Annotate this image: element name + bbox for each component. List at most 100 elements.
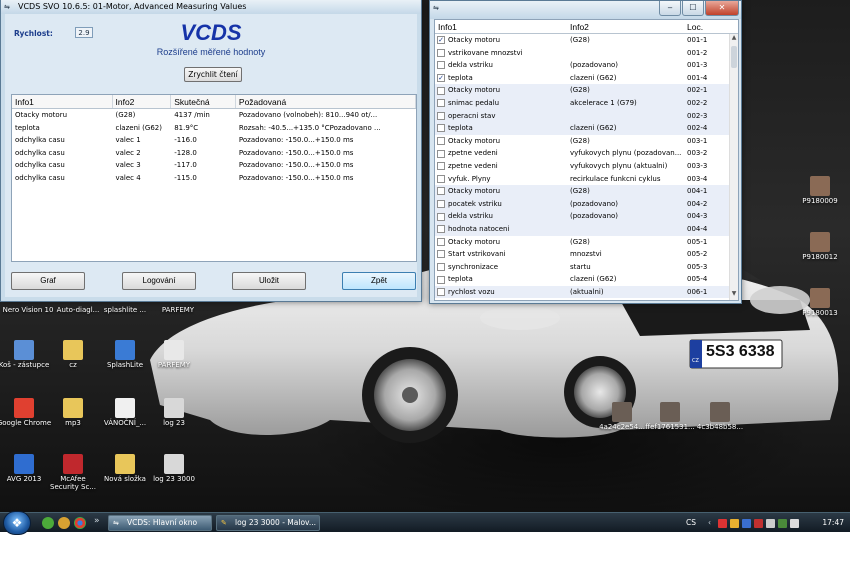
task-paint[interactable]: ✎ log 23 3000 - Malov... (216, 515, 320, 531)
value-checkbox[interactable] (437, 86, 445, 95)
desktop-shortcut[interactable]: SplashLite (97, 340, 153, 369)
column-header-info1[interactable]: Info1 (435, 20, 567, 33)
scrollbar-thumb[interactable] (731, 46, 737, 68)
desktop-shortcut[interactable]: Nová složka (97, 454, 153, 483)
value-checkbox[interactable] (437, 237, 445, 246)
quicklaunch-icon[interactable] (58, 517, 70, 529)
back-button[interactable]: Zpět (342, 272, 416, 290)
tray-expand-icon[interactable]: ‹ (708, 513, 711, 533)
language-indicator[interactable]: CS (686, 513, 696, 533)
value-checkbox[interactable]: ✓ (437, 74, 445, 83)
list-titlebar[interactable]: ⇋ ‒ ☐ ✕ (430, 1, 741, 19)
list-item[interactable]: synchronizace startu 005-3 (435, 261, 738, 274)
value-selection-window[interactable]: ⇋ ‒ ☐ ✕ Info1 Info2 Loc. ✓ Otacky motoru(… (429, 0, 742, 304)
list-item[interactable]: zpetne vedeni vyfukovych plynu (pozadovan… (435, 147, 738, 160)
close-button[interactable]: ✕ (705, 1, 739, 16)
minimize-button[interactable]: ‒ (659, 1, 681, 16)
list-item[interactable]: Start vstrikovani mnozstvi 005-2 (435, 248, 738, 261)
tray-app-icon[interactable] (730, 519, 739, 528)
desktop-shortcut[interactable]: McAfee Security Sc... (45, 454, 101, 491)
desktop-shortcut-label[interactable]: splashlite ... (97, 306, 153, 314)
value-checkbox[interactable] (437, 187, 445, 196)
value-checkbox[interactable] (437, 262, 445, 271)
desktop-shortcut[interactable]: 4c3b48b58... (692, 402, 748, 431)
desktop-shortcut[interactable]: P9180013 (792, 288, 848, 317)
desktop-shortcut[interactable]: P9180012 (792, 232, 848, 261)
quicklaunch-icon[interactable] (42, 517, 54, 529)
list-item[interactable]: pocatek vstriku (pozadovano) 004-2 (435, 197, 738, 211)
start-button[interactable]: ❖ (3, 511, 31, 535)
column-header-info2[interactable]: Info2 (567, 20, 684, 33)
value-checkbox[interactable] (437, 250, 445, 259)
value-checkbox[interactable] (437, 162, 445, 171)
value-checkbox[interactable] (437, 61, 445, 70)
tray-app-icon[interactable] (754, 519, 763, 528)
column-header-info1[interactable]: Info1 (12, 95, 113, 108)
value-checkbox[interactable] (437, 212, 445, 221)
list-item[interactable]: ✓ teplota clazeni (G62) 001-4 (435, 72, 738, 85)
logging-button[interactable]: Logování (122, 272, 196, 290)
desktop-shortcut[interactable]: PARFEMY (146, 340, 202, 369)
table-row[interactable]: teplota clazeni (G62) 81.9°C Rozsah: -40.5.… (12, 122, 416, 135)
battery-icon[interactable] (778, 519, 787, 528)
tray-app-icon[interactable] (742, 519, 751, 528)
desktop-shortcut[interactable]: mp3 (45, 398, 101, 427)
list-item[interactable]: dekla vstriku (pozadovano) 001-3 (435, 59, 738, 72)
vcds-main-window[interactable]: ⇋ VCDS SVO 10.6.5: 01-Motor, Advanced Me… (0, 0, 422, 302)
chrome-taskbar-icon[interactable] (74, 517, 86, 529)
desktop-shortcut[interactable]: ffef1761531... (642, 402, 698, 431)
desktop-shortcut[interactable]: cz (45, 340, 101, 369)
value-checkbox[interactable] (437, 48, 445, 57)
desktop-shortcut-label[interactable]: PARFEMY (150, 306, 206, 314)
value-checkbox[interactable] (437, 99, 445, 108)
table-row[interactable]: odchylka casu valec 4 -115.0 Pozadovano: -1… (12, 172, 416, 185)
table-row[interactable]: Otacky motoru (G28) 4137 /min Pozadovano (v… (12, 109, 416, 122)
chevron-icon[interactable]: » (94, 516, 100, 526)
value-checkbox[interactable] (437, 174, 445, 183)
desktop-shortcut[interactable]: P9180009 (792, 176, 848, 205)
value-checkbox[interactable] (437, 137, 445, 146)
speed-up-reading-button[interactable]: Zrychlit čtení (184, 67, 242, 82)
list-item[interactable]: teplota clazeni (G62) 005-4 (435, 273, 738, 286)
table-row[interactable]: odchylka casu valec 1 -116.0 Pozadovano: -1… (12, 134, 416, 147)
clock[interactable]: 17:47 (822, 513, 844, 533)
list-item[interactable]: snimac pedalu akcelerace 1 (G79) 002-2 (435, 96, 738, 110)
column-header-loc[interactable]: Loc. (684, 20, 730, 33)
desktop-shortcut[interactable]: VÁNOČNÍ_... (97, 398, 153, 427)
graph-button[interactable]: Graf (11, 272, 85, 290)
value-checkbox[interactable] (437, 124, 445, 133)
value-checkbox[interactable] (437, 275, 445, 284)
column-header-actual[interactable]: Skutečná (171, 95, 236, 108)
list-item[interactable]: vstrikovane mnozstvi 001-2 (435, 47, 738, 60)
table-row[interactable]: odchylka casu valec 2 -128.0 Pozadovano: -1… (12, 147, 416, 160)
list-item[interactable]: operacni stav 002-3 (435, 109, 738, 123)
vertical-scrollbar[interactable]: ▲ ▼ (729, 34, 738, 300)
table-row[interactable]: odchylka casu valec 3 -117.0 Pozadovano: -1… (12, 159, 416, 172)
value-checkbox[interactable]: ✓ (437, 36, 445, 45)
scroll-up-icon[interactable]: ▲ (730, 34, 738, 44)
list-item[interactable]: hodnota natoceni 004-4 (435, 222, 738, 236)
value-checkbox[interactable] (437, 200, 445, 209)
desktop-shortcut-label[interactable]: Nero Vision 10 (0, 306, 56, 314)
value-checkbox[interactable] (437, 111, 445, 120)
task-vcds[interactable]: ⇋ VCDS: Hlavní okno (108, 515, 212, 531)
list-item[interactable]: zpetne vedeni vyfukovych plynu (aktualni)… (435, 160, 738, 173)
tray-app-icon[interactable] (718, 519, 727, 528)
list-item[interactable]: Otacky motoru (G28) 003-1 (435, 135, 738, 148)
scroll-down-icon[interactable]: ▼ (730, 290, 738, 300)
list-item[interactable]: teplota clazeni (G62) 002-4 (435, 122, 738, 135)
list-item[interactable]: rychlost vozu (aktualni) 006-1 (435, 285, 738, 299)
column-header-info2[interactable]: Info2 (113, 95, 172, 108)
desktop-shortcut[interactable]: log 23 (146, 398, 202, 427)
maximize-button[interactable]: ☐ (682, 1, 704, 16)
list-item[interactable]: Otacky motoru (G28) 002-1 (435, 84, 738, 97)
value-checkbox[interactable] (437, 149, 445, 158)
list-item[interactable]: dekla vstriku (pozadovano) 004-3 (435, 210, 738, 223)
list-item[interactable]: Otacky motoru (G28) 005-1 (435, 236, 738, 249)
list-item[interactable]: vyfuk. Plyny recirkulace funkcni cyklus 00… (435, 173, 738, 186)
list-item[interactable]: ✓ Otacky motoru (G28) 001-1 (435, 34, 738, 47)
volume-icon[interactable] (790, 519, 799, 528)
list-item[interactable]: Otacky motoru (G28) 004-1 (435, 185, 738, 198)
column-header-required[interactable]: Požadovaná (236, 95, 416, 108)
desktop-shortcut[interactable]: log 23 3000 (146, 454, 202, 483)
